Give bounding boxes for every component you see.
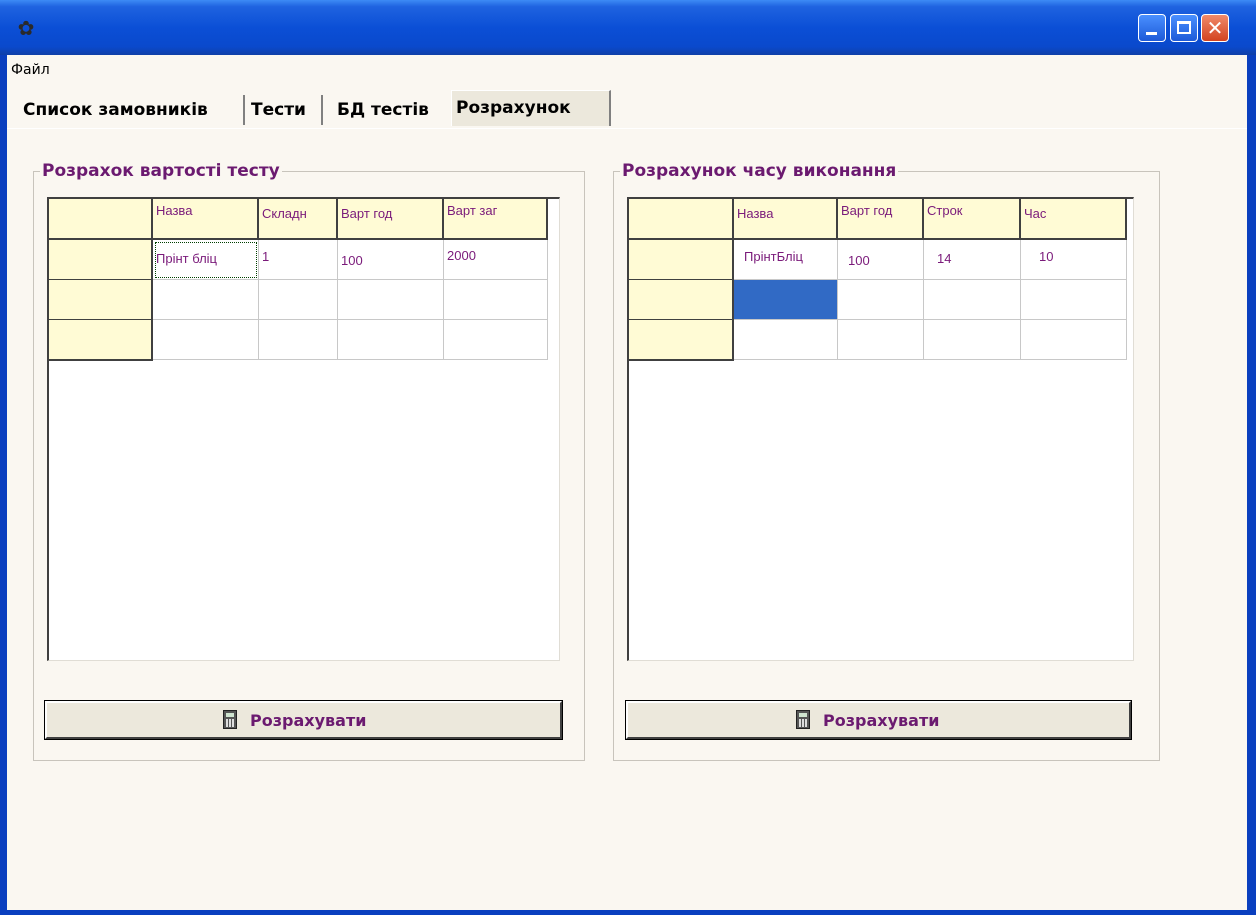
maximize-icon [1177, 21, 1191, 34]
tab-calculation[interactable]: Розрахунок [451, 90, 611, 126]
row-header[interactable] [629, 320, 734, 361]
tab-tests-db[interactable]: БД тестів [333, 95, 451, 125]
close-button[interactable]: ✕ [1201, 14, 1229, 42]
table-cell[interactable] [924, 320, 1021, 360]
cost-grid[interactable]: Назва Складн Варт год Варт заг Прінт блі… [47, 197, 560, 661]
table-cell[interactable]: 1 [259, 240, 338, 280]
title-bar[interactable]: ✿ ✕ [0, 0, 1256, 55]
table-cell[interactable]: ПрінтБліц [734, 240, 838, 280]
maximize-button[interactable] [1170, 14, 1198, 42]
table-cell[interactable]: 100 [338, 240, 444, 280]
selected-cell[interactable] [734, 280, 838, 320]
app-window: ✿ ✕ Файл Список замовників Тести БД тест… [0, 0, 1256, 915]
button-label: Розрахувати [250, 711, 367, 730]
cost-calc-group: Розрахок вартості тесту Назва Складн Вар… [33, 161, 585, 761]
table-cell[interactable] [259, 280, 338, 320]
minimize-button[interactable] [1138, 14, 1166, 42]
table-cell[interactable] [1021, 280, 1127, 320]
table-cell[interactable]: 14 [924, 240, 1021, 280]
minimize-icon [1146, 32, 1157, 35]
cost-calc-title: Розрахок вартості тесту [40, 161, 282, 181]
app-icon[interactable]: ✿ [14, 16, 38, 40]
tab-strip: Список замовників Тести БД тестів Розрах… [7, 90, 1247, 129]
grid-corner-cell [49, 199, 153, 240]
table-cell[interactable] [734, 320, 838, 360]
column-header[interactable]: Назва [153, 199, 259, 240]
tab-tests[interactable]: Тести [247, 95, 323, 125]
table-cell[interactable] [259, 320, 338, 360]
calculate-cost-button[interactable]: Розрахувати [45, 701, 562, 739]
table-cell[interactable] [1021, 320, 1127, 360]
column-header[interactable]: Назва [734, 199, 838, 240]
column-header[interactable]: Складн [259, 199, 338, 240]
table-cell[interactable] [153, 320, 259, 360]
row-header[interactable] [629, 240, 734, 281]
calculator-icon [796, 710, 810, 729]
close-icon: ✕ [1206, 16, 1224, 40]
table-cell[interactable] [338, 320, 444, 360]
grid-corner-cell [629, 199, 734, 240]
table-cell[interactable] [444, 320, 548, 360]
row-header[interactable] [629, 280, 734, 321]
menu-file[interactable]: Файл [11, 62, 50, 78]
column-header[interactable]: Варт год [838, 199, 924, 240]
time-calc-title: Розрахунок часу виконання [620, 161, 899, 181]
table-cell[interactable] [338, 280, 444, 320]
time-calc-group: Розрахунок часу виконання Назва Варт год… [613, 161, 1160, 761]
table-cell[interactable]: 10 [1021, 240, 1127, 280]
table-cell[interactable] [838, 280, 924, 320]
table-cell[interactable] [444, 280, 548, 320]
column-header[interactable]: Строк [924, 199, 1021, 240]
table-cell[interactable] [924, 280, 1021, 320]
column-header[interactable]: Варт заг [444, 199, 548, 240]
button-label: Розрахувати [823, 711, 940, 730]
client-area: Файл Список замовників Тести БД тестів Р… [7, 55, 1247, 910]
time-grid[interactable]: Назва Варт год Строк Час ПрінтБліц 100 1… [627, 197, 1134, 661]
column-header[interactable]: Час [1021, 199, 1127, 240]
table-cell[interactable] [153, 280, 259, 320]
row-header[interactable] [49, 320, 153, 361]
menu-bar: Файл [7, 55, 1247, 85]
table-cell[interactable]: Прінт бліц [153, 240, 259, 280]
row-header[interactable] [49, 240, 153, 281]
column-header[interactable]: Варт год [338, 199, 444, 240]
tab-customers[interactable]: Список замовників [19, 95, 245, 125]
row-header[interactable] [49, 280, 153, 321]
calculator-icon [223, 710, 237, 729]
table-cell[interactable]: 2000 [444, 240, 548, 280]
calculate-time-button[interactable]: Розрахувати [626, 701, 1131, 739]
table-cell[interactable]: 100 [838, 240, 924, 280]
table-cell[interactable] [838, 320, 924, 360]
